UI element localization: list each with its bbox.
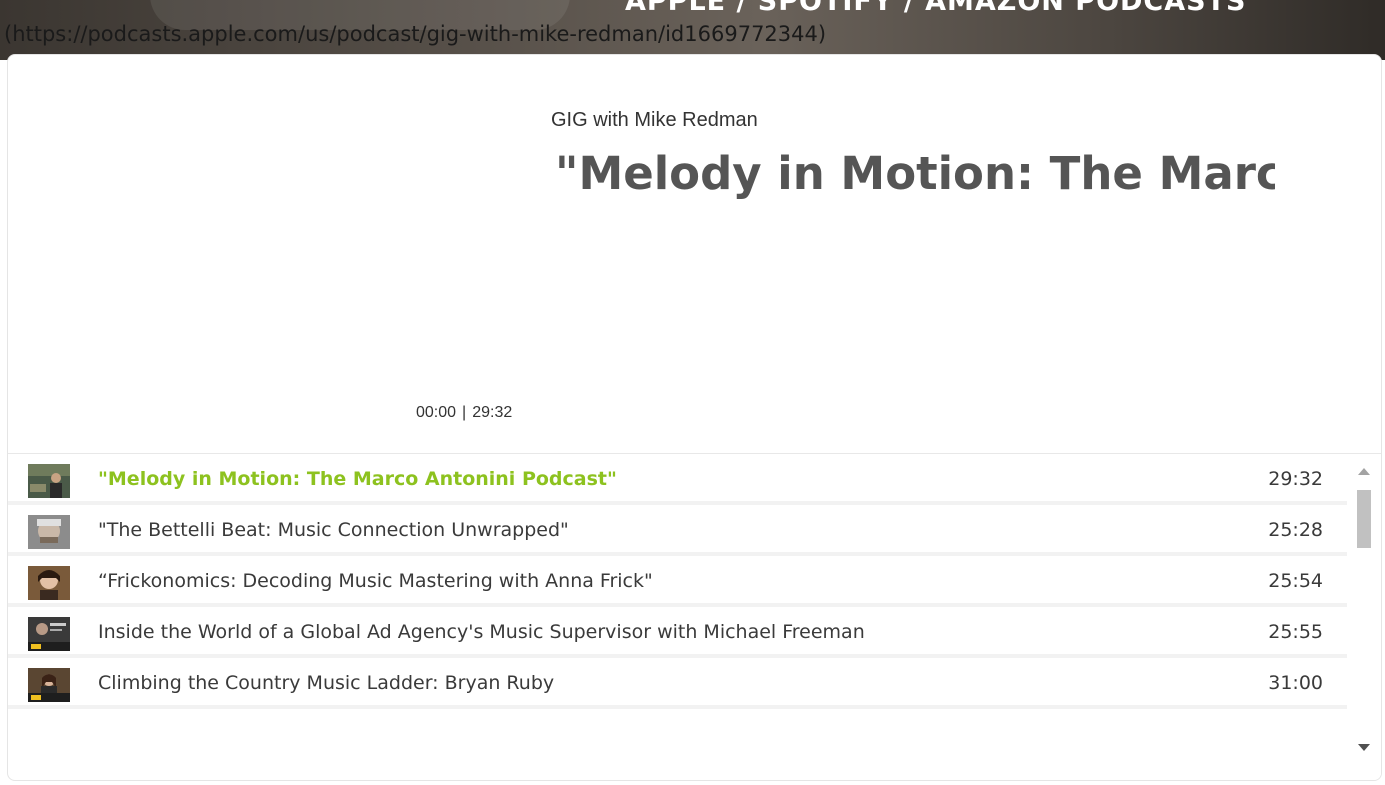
podcast-player: GIG with Mike Redman "Melody in Motion: … (7, 54, 1382, 781)
show-name: GIG with Mike Redman (551, 109, 758, 131)
time-separator: | (462, 404, 467, 421)
banner-heading: APPLE / SPOTIFY / AMAZON PODCASTS (625, 0, 1247, 17)
episode-playlist: "Melody in Motion: The Marco Antonini Po… (8, 453, 1381, 780)
time-readout: 00:00 | 29:32 (416, 404, 512, 422)
total-time: 29:32 (472, 404, 513, 421)
track-duration: 29:32 (1268, 468, 1323, 490)
episode-thumbnail (28, 464, 70, 498)
episode-thumbnail (28, 668, 70, 702)
episode-title: "Melody in Motion: The Marco Antonini Po… (555, 147, 1275, 200)
track-title: "The Bettelli Beat: Music Connection Unw… (98, 519, 569, 541)
current-time: 00:00 (416, 404, 457, 421)
playlist-item-4[interactable]: Inside the World of a Global Ad Agency's… (8, 607, 1347, 658)
header-banner: APPLE / SPOTIFY / AMAZON PODCASTS (https… (0, 0, 1385, 60)
episode-thumbnail (28, 566, 70, 600)
track-title: Inside the World of a Global Ad Agency's… (98, 621, 865, 643)
playlist-item-1[interactable]: "Melody in Motion: The Marco Antonini Po… (8, 454, 1347, 505)
episode-thumbnail (28, 617, 70, 651)
playlist-item-5[interactable]: Climbing the Country Music Ladder: Bryan… (8, 658, 1347, 709)
playlist-scrollbar[interactable] (1347, 454, 1381, 780)
track-duration: 31:00 (1268, 672, 1323, 694)
track-title: "Melody in Motion: The Marco Antonini Po… (98, 468, 617, 490)
track-duration: 25:55 (1268, 621, 1323, 643)
triangle-up-icon[interactable] (1358, 468, 1370, 475)
episode-thumbnail (28, 515, 70, 549)
track-duration: 25:28 (1268, 519, 1323, 541)
track-duration: 25:54 (1268, 570, 1323, 592)
playlist-item-2[interactable]: "The Bettelli Beat: Music Connection Unw… (8, 505, 1347, 556)
playlist-item-3[interactable]: “Frickonomics: Decoding Music Mastering … (8, 556, 1347, 607)
apple-podcasts-link[interactable]: (https://podcasts.apple.com/us/podcast/g… (4, 22, 826, 46)
scrollbar-thumb[interactable] (1357, 490, 1371, 548)
triangle-down-icon[interactable] (1358, 744, 1370, 751)
track-title: “Frickonomics: Decoding Music Mastering … (98, 570, 653, 592)
track-title: Climbing the Country Music Ladder: Bryan… (98, 672, 555, 694)
